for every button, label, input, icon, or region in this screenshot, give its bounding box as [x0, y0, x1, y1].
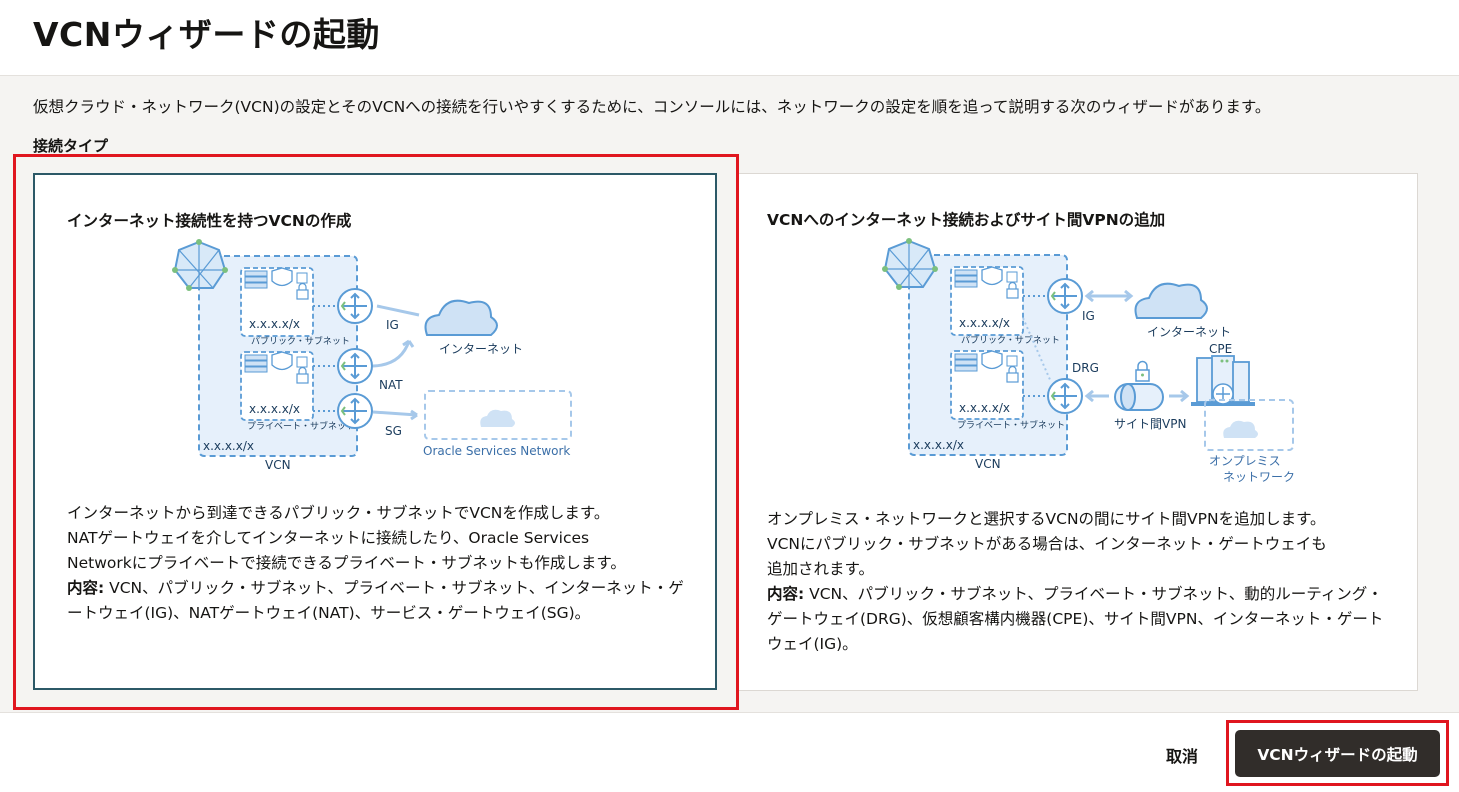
server-icon	[954, 353, 978, 372]
internet-label: インターネット	[1147, 325, 1231, 339]
shield-icon	[271, 351, 293, 371]
internet-label: インターネット	[439, 342, 523, 356]
public-subnet-label: パブリック・サブネット	[961, 334, 1060, 346]
vpn-label: サイト間VPN	[1114, 417, 1186, 431]
private-subnet-label: プライベート・サブネット	[957, 419, 1065, 431]
server-icon	[244, 354, 268, 373]
shield-icon	[981, 350, 1003, 370]
router-icon-ig	[1047, 278, 1083, 314]
cpe-label: CPE	[1209, 342, 1232, 356]
card-site-to-site-vpn[interactable]: VCNへのインターネット接続およびサイト間VPNの追加 x.x.x.x/x パブ…	[738, 173, 1418, 691]
connection-type-label: 接続タイプ	[33, 137, 109, 155]
launch-wizard-button[interactable]: VCNウィザードの起動	[1235, 730, 1440, 777]
list-icon	[1006, 355, 1018, 367]
public-cidr-label: x.x.x.x/x	[959, 316, 1010, 330]
list-icon	[296, 272, 308, 284]
cloud-icon	[1223, 420, 1258, 438]
public-cidr-label: x.x.x.x/x	[249, 317, 300, 331]
server-icon	[244, 270, 268, 289]
router-icon-drg	[1047, 378, 1083, 414]
shield-icon	[981, 266, 1003, 286]
vcn-internet-diagram: x.x.x.x/x パブリック・サブネット x.x.x.x/x プライベート・サ…	[172, 239, 572, 472]
cloud-icon	[1134, 282, 1208, 319]
list-icon	[296, 356, 308, 368]
router-icon-nat	[337, 348, 373, 384]
osn-label: Oracle Services Network	[423, 444, 570, 458]
drg-label: DRG	[1072, 361, 1099, 375]
page-description: 仮想クラウド・ネットワーク(VCN)の設定とそのVCNへの接続を行いやすくするた…	[33, 98, 1271, 116]
nat-label: NAT	[379, 378, 403, 392]
vcn-cidr-label: x.x.x.x/x	[203, 439, 254, 453]
private-subnet-label: プライベート・サブネット	[247, 420, 355, 432]
ig-label: IG	[1082, 309, 1095, 323]
vcn-vpn-diagram: x.x.x.x/x パブリック・サブネット x.x.x.x/x プライベート・サ…	[882, 238, 1295, 484]
vcn-label: VCN	[975, 457, 1001, 471]
shield-icon	[271, 267, 293, 287]
card-internet-connectivity[interactable]: インターネット接続性を持つVCNの作成 x.x.x.x/x パブリック・サブネッ…	[33, 173, 717, 690]
onprem-label-line1: オンプレミス	[1209, 454, 1281, 468]
cloud-icon	[480, 409, 515, 427]
onprem-label-line2: ネットワーク	[1223, 470, 1295, 484]
card-title: VCNへのインターネット接続およびサイト間VPNの追加	[767, 211, 1166, 229]
vpn-tunnel-icon	[1114, 360, 1164, 411]
router-icon-sg	[337, 393, 373, 429]
cloud-icon	[424, 299, 498, 336]
vcn-cidr-label: x.x.x.x/x	[913, 438, 964, 452]
private-cidr-label: x.x.x.x/x	[249, 402, 300, 416]
list-icon	[1006, 271, 1018, 283]
ig-label: IG	[386, 318, 399, 332]
router-icon-ig	[337, 288, 373, 324]
private-cidr-label: x.x.x.x/x	[959, 401, 1010, 415]
page-header: VCNウィザードの起動	[0, 0, 1459, 76]
card-description: オンプレミス・ネットワークと選択するVCNの間にサイト間VPNを追加します。 V…	[767, 507, 1387, 657]
public-subnet-label: パブリック・サブネット	[251, 335, 350, 347]
cpe-device-icon	[1191, 355, 1255, 406]
card-description: インターネットから到達できるパブリック・サブネットでVCNを作成します。 NAT…	[67, 501, 687, 626]
server-icon	[954, 269, 978, 288]
sg-label: SG	[385, 424, 402, 438]
vcn-label: VCN	[265, 458, 291, 472]
card-contents: 内容: VCN、パブリック・サブネット、プライベート・サブネット、インターネット…	[67, 579, 684, 622]
card-title: インターネット接続性を持つVCNの作成	[67, 212, 352, 230]
card-contents: 内容: VCN、パブリック・サブネット、プライベート・サブネット、動的ルーティン…	[767, 585, 1384, 653]
page-title: VCNウィザードの起動	[33, 15, 380, 54]
cancel-button[interactable]: 取消	[1166, 743, 1198, 767]
